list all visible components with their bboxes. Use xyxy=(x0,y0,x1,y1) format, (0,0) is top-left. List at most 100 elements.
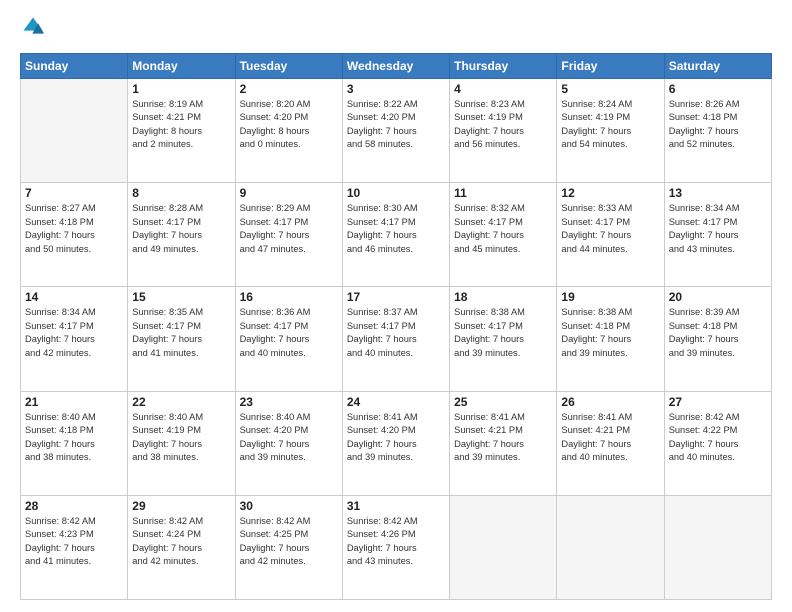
calendar-cell: 27 Sunrise: 8:42 AMSunset: 4:22 PMDayligh… xyxy=(664,391,771,495)
day-number: 24 xyxy=(347,395,445,409)
calendar-cell: 31 Sunrise: 8:42 AMSunset: 4:26 PMDayligh… xyxy=(342,495,449,599)
logo xyxy=(20,16,48,43)
col-header-thursday: Thursday xyxy=(450,54,557,79)
day-info: Sunrise: 8:34 AMSunset: 4:17 PMDaylight:… xyxy=(25,306,123,360)
logo-icon xyxy=(22,16,44,38)
day-number: 13 xyxy=(669,186,767,200)
day-info: Sunrise: 8:27 AMSunset: 4:18 PMDaylight:… xyxy=(25,202,123,256)
day-info: Sunrise: 8:35 AMSunset: 4:17 PMDaylight:… xyxy=(132,306,230,360)
calendar-cell: 17 Sunrise: 8:37 AMSunset: 4:17 PMDayligh… xyxy=(342,287,449,391)
day-info: Sunrise: 8:40 AMSunset: 4:20 PMDaylight:… xyxy=(240,411,338,465)
calendar-cell xyxy=(450,495,557,599)
day-number: 11 xyxy=(454,186,552,200)
day-info: Sunrise: 8:42 AMSunset: 4:26 PMDaylight:… xyxy=(347,515,445,569)
day-number: 2 xyxy=(240,82,338,96)
day-info: Sunrise: 8:37 AMSunset: 4:17 PMDaylight:… xyxy=(347,306,445,360)
calendar-cell: 5 Sunrise: 8:24 AMSunset: 4:19 PMDaylight… xyxy=(557,79,664,183)
day-number: 17 xyxy=(347,290,445,304)
day-info: Sunrise: 8:40 AMSunset: 4:19 PMDaylight:… xyxy=(132,411,230,465)
calendar-cell: 12Sunrise: 8:33 AMSunset: 4:17 PMDayligh… xyxy=(557,183,664,287)
day-number: 26 xyxy=(561,395,659,409)
day-number: 27 xyxy=(669,395,767,409)
day-number: 25 xyxy=(454,395,552,409)
calendar-cell: 7 Sunrise: 8:27 AMSunset: 4:18 PMDaylight… xyxy=(21,183,128,287)
calendar-cell: 15 Sunrise: 8:35 AMSunset: 4:17 PMDayligh… xyxy=(128,287,235,391)
day-number: 7 xyxy=(25,186,123,200)
day-info: Sunrise: 8:41 AMSunset: 4:20 PMDaylight:… xyxy=(347,411,445,465)
day-info: Sunrise: 8:19 AMSunset: 4:21 PMDaylight:… xyxy=(132,98,230,152)
day-info: Sunrise: 8:20 AMSunset: 4:20 PMDaylight:… xyxy=(240,98,338,152)
calendar-cell: 30 Sunrise: 8:42 AMSunset: 4:25 PMDayligh… xyxy=(235,495,342,599)
day-info: Sunrise: 8:34 AMSunset: 4:17 PMDaylight:… xyxy=(669,202,767,256)
calendar-cell xyxy=(21,79,128,183)
day-info: Sunrise: 8:24 AMSunset: 4:19 PMDaylight:… xyxy=(561,98,659,152)
day-info: Sunrise: 8:42 AMSunset: 4:22 PMDaylight:… xyxy=(669,411,767,465)
day-number: 20 xyxy=(669,290,767,304)
col-header-friday: Friday xyxy=(557,54,664,79)
day-number: 4 xyxy=(454,82,552,96)
calendar-cell: 6 Sunrise: 8:26 AMSunset: 4:18 PMDaylight… xyxy=(664,79,771,183)
calendar-cell: 18Sunrise: 8:38 AMSunset: 4:17 PMDayligh… xyxy=(450,287,557,391)
day-info: Sunrise: 8:42 AMSunset: 4:24 PMDaylight:… xyxy=(132,515,230,569)
header xyxy=(20,16,772,43)
calendar-cell: 16Sunrise: 8:36 AMSunset: 4:17 PMDayligh… xyxy=(235,287,342,391)
day-info: Sunrise: 8:38 AMSunset: 4:18 PMDaylight:… xyxy=(561,306,659,360)
calendar-cell: 29Sunrise: 8:42 AMSunset: 4:24 PMDayligh… xyxy=(128,495,235,599)
day-number: 28 xyxy=(25,499,123,513)
calendar-cell: 22 Sunrise: 8:40 AMSunset: 4:19 PMDayligh… xyxy=(128,391,235,495)
day-info: Sunrise: 8:42 AMSunset: 4:25 PMDaylight:… xyxy=(240,515,338,569)
day-info: Sunrise: 8:28 AMSunset: 4:17 PMDaylight:… xyxy=(132,202,230,256)
col-header-saturday: Saturday xyxy=(664,54,771,79)
day-info: Sunrise: 8:32 AMSunset: 4:17 PMDaylight:… xyxy=(454,202,552,256)
day-info: Sunrise: 8:41 AMSunset: 4:21 PMDaylight:… xyxy=(561,411,659,465)
calendar-cell: 28 Sunrise: 8:42 AMSunset: 4:23 PMDayligh… xyxy=(21,495,128,599)
calendar-cell: 1Sunrise: 8:19 AMSunset: 4:21 PMDaylight… xyxy=(128,79,235,183)
day-number: 22 xyxy=(132,395,230,409)
calendar-cell: 21 Sunrise: 8:40 AMSunset: 4:18 PMDayligh… xyxy=(21,391,128,495)
week-row-5: 28 Sunrise: 8:42 AMSunset: 4:23 PMDayligh… xyxy=(21,495,772,599)
week-row-4: 21 Sunrise: 8:40 AMSunset: 4:18 PMDayligh… xyxy=(21,391,772,495)
day-number: 8 xyxy=(132,186,230,200)
day-number: 6 xyxy=(669,82,767,96)
col-header-monday: Monday xyxy=(128,54,235,79)
calendar-cell: 11 Sunrise: 8:32 AMSunset: 4:17 PMDayligh… xyxy=(450,183,557,287)
col-header-sunday: Sunday xyxy=(21,54,128,79)
day-info: Sunrise: 8:29 AMSunset: 4:17 PMDaylight:… xyxy=(240,202,338,256)
day-number: 10 xyxy=(347,186,445,200)
day-number: 5 xyxy=(561,82,659,96)
week-row-2: 7 Sunrise: 8:27 AMSunset: 4:18 PMDaylight… xyxy=(21,183,772,287)
day-number: 31 xyxy=(347,499,445,513)
day-number: 12 xyxy=(561,186,659,200)
day-info: Sunrise: 8:30 AMSunset: 4:17 PMDaylight:… xyxy=(347,202,445,256)
calendar-cell: 2 Sunrise: 8:20 AMSunset: 4:20 PMDaylight… xyxy=(235,79,342,183)
day-number: 14 xyxy=(25,290,123,304)
day-number: 3 xyxy=(347,82,445,96)
day-info: Sunrise: 8:42 AMSunset: 4:23 PMDaylight:… xyxy=(25,515,123,569)
week-row-3: 14 Sunrise: 8:34 AMSunset: 4:17 PMDayligh… xyxy=(21,287,772,391)
day-number: 30 xyxy=(240,499,338,513)
calendar-cell: 25Sunrise: 8:41 AMSunset: 4:21 PMDayligh… xyxy=(450,391,557,495)
day-number: 23 xyxy=(240,395,338,409)
day-number: 19 xyxy=(561,290,659,304)
day-info: Sunrise: 8:22 AMSunset: 4:20 PMDaylight:… xyxy=(347,98,445,152)
day-info: Sunrise: 8:40 AMSunset: 4:18 PMDaylight:… xyxy=(25,411,123,465)
calendar-cell xyxy=(664,495,771,599)
day-number: 21 xyxy=(25,395,123,409)
day-number: 16 xyxy=(240,290,338,304)
day-number: 18 xyxy=(454,290,552,304)
col-header-tuesday: Tuesday xyxy=(235,54,342,79)
calendar-cell: 10 Sunrise: 8:30 AMSunset: 4:17 PMDayligh… xyxy=(342,183,449,287)
calendar-cell: 4Sunrise: 8:23 AMSunset: 4:19 PMDaylight… xyxy=(450,79,557,183)
calendar-cell: 9 Sunrise: 8:29 AMSunset: 4:17 PMDaylight… xyxy=(235,183,342,287)
calendar-cell: 3 Sunrise: 8:22 AMSunset: 4:20 PMDaylight… xyxy=(342,79,449,183)
day-number: 9 xyxy=(240,186,338,200)
calendar-cell: 20 Sunrise: 8:39 AMSunset: 4:18 PMDayligh… xyxy=(664,287,771,391)
col-header-wednesday: Wednesday xyxy=(342,54,449,79)
day-info: Sunrise: 8:26 AMSunset: 4:18 PMDaylight:… xyxy=(669,98,767,152)
day-number: 15 xyxy=(132,290,230,304)
day-info: Sunrise: 8:39 AMSunset: 4:18 PMDaylight:… xyxy=(669,306,767,360)
calendar-cell: 19 Sunrise: 8:38 AMSunset: 4:18 PMDayligh… xyxy=(557,287,664,391)
calendar-cell: 24 Sunrise: 8:41 AMSunset: 4:20 PMDayligh… xyxy=(342,391,449,495)
calendar-cell: 26 Sunrise: 8:41 AMSunset: 4:21 PMDayligh… xyxy=(557,391,664,495)
calendar-cell: 13 Sunrise: 8:34 AMSunset: 4:17 PMDayligh… xyxy=(664,183,771,287)
